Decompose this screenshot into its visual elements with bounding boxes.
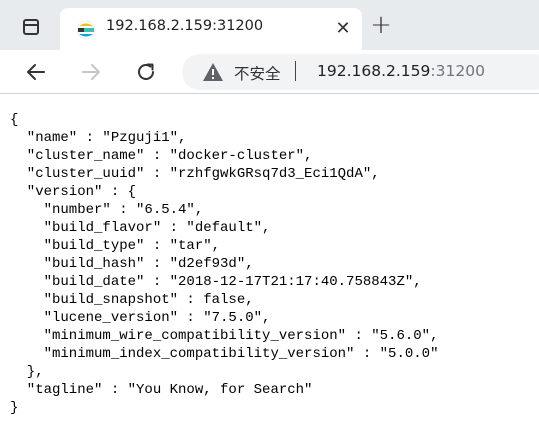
json-line: "build_snapshot" : false, [10,292,254,308]
back-arrow-icon [27,64,45,80]
json-line: "number" : "6.5.4", [10,202,204,218]
json-line: "build_date" : "2018-12-17T21:17:40.7588… [10,274,422,290]
tab-title: 192.168.2.159:31200 [106,18,264,34]
json-line: "lucene_version" : "7.5.0", [10,310,271,326]
json-response: { "name" : "Pzguji1", "cluster_name" : "… [10,111,438,417]
active-tab[interactable]: 192.168.2.159:31200 ✕ [60,8,362,50]
page-content: { "name" : "Pzguji1", "cluster_name" : "… [0,94,539,438]
forward-arrow-icon [82,64,100,80]
json-line: }, [10,364,44,380]
omnibox-divider [295,61,296,81]
reload-icon [138,63,154,80]
json-line: { [10,112,19,128]
back-button[interactable] [22,58,50,86]
url-host: 192.168.2.159 [317,62,431,80]
url-text[interactable]: 192.168.2.159:31200 [317,62,485,80]
window-icon [23,19,39,35]
json-line: "cluster_uuid" : "rzhfgwkGRsq7d3_Eci1QdA… [10,166,380,182]
tab-bar: 192.168.2.159:31200 ✕ + [0,0,539,50]
json-line: "version" : { [10,184,137,200]
address-bar[interactable]: 不安全 192.168.2.159:31200 [182,54,539,90]
json-line: "cluster_name" : "docker-cluster", [10,148,313,164]
json-line: "name" : "Pzguji1", [10,130,187,146]
json-line: "build_type" : "tar", [10,238,221,254]
warning-icon[interactable] [202,62,224,82]
json-line: "tagline" : "You Know, for Search" [10,382,313,398]
forward-button[interactable] [77,58,105,86]
security-status[interactable]: 不安全 [234,62,281,84]
browser-toolbar: 不安全 192.168.2.159:31200 [0,50,539,93]
json-line: "build_flavor" : "default", [10,220,271,236]
json-line: "minimum_wire_compatibility_version" : "… [10,328,439,344]
json-line: "build_hash" : "d2ef93d", [10,256,254,272]
tab-actions-button[interactable] [14,13,48,41]
reload-button[interactable] [132,58,160,86]
json-line: "minimum_index_compatibility_version" : … [10,346,439,362]
new-tab-button[interactable]: + [368,12,394,38]
elasticsearch-icon [76,20,96,40]
close-tab-icon[interactable]: ✕ [332,18,354,40]
json-line: } [10,400,19,416]
url-port: :31200 [430,62,485,80]
